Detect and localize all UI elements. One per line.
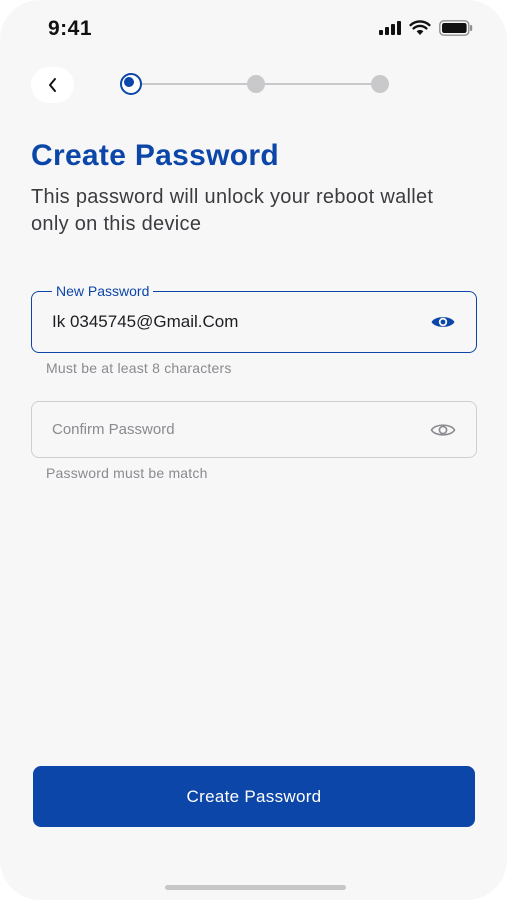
eye-filled-icon[interactable] <box>430 313 456 331</box>
phone-screen: 9:41 Create Password This password will … <box>0 0 507 900</box>
home-indicator <box>165 885 346 890</box>
create-password-button[interactable]: Create Password <box>33 766 475 827</box>
wifi-icon <box>409 20 431 35</box>
step-3 <box>371 75 389 93</box>
page-title: Create Password <box>31 139 279 172</box>
back-button[interactable] <box>31 67 74 103</box>
status-icons <box>379 20 473 36</box>
new-password-input[interactable] <box>52 292 412 352</box>
stepper-connector <box>262 83 374 85</box>
stepper-connector <box>134 83 248 85</box>
step-1-active <box>120 73 142 95</box>
confirm-password-helper: Password must be match <box>46 465 208 481</box>
status-bar: 9:41 <box>0 0 507 58</box>
cellular-signal-icon <box>379 21 401 35</box>
page-subtitle: This password will unlock your reboot wa… <box>31 186 434 235</box>
battery-icon <box>439 20 473 36</box>
progress-stepper <box>118 73 392 95</box>
new-password-helper: Must be at least 8 characters <box>46 360 232 376</box>
step-2 <box>247 75 265 93</box>
status-time: 9:41 <box>48 17 93 40</box>
chevron-left-icon <box>48 78 56 92</box>
eye-outline-icon[interactable] <box>430 421 456 439</box>
confirm-password-field[interactable] <box>31 401 477 458</box>
confirm-password-input[interactable] <box>52 402 412 457</box>
new-password-field[interactable]: New Password <box>31 283 477 353</box>
